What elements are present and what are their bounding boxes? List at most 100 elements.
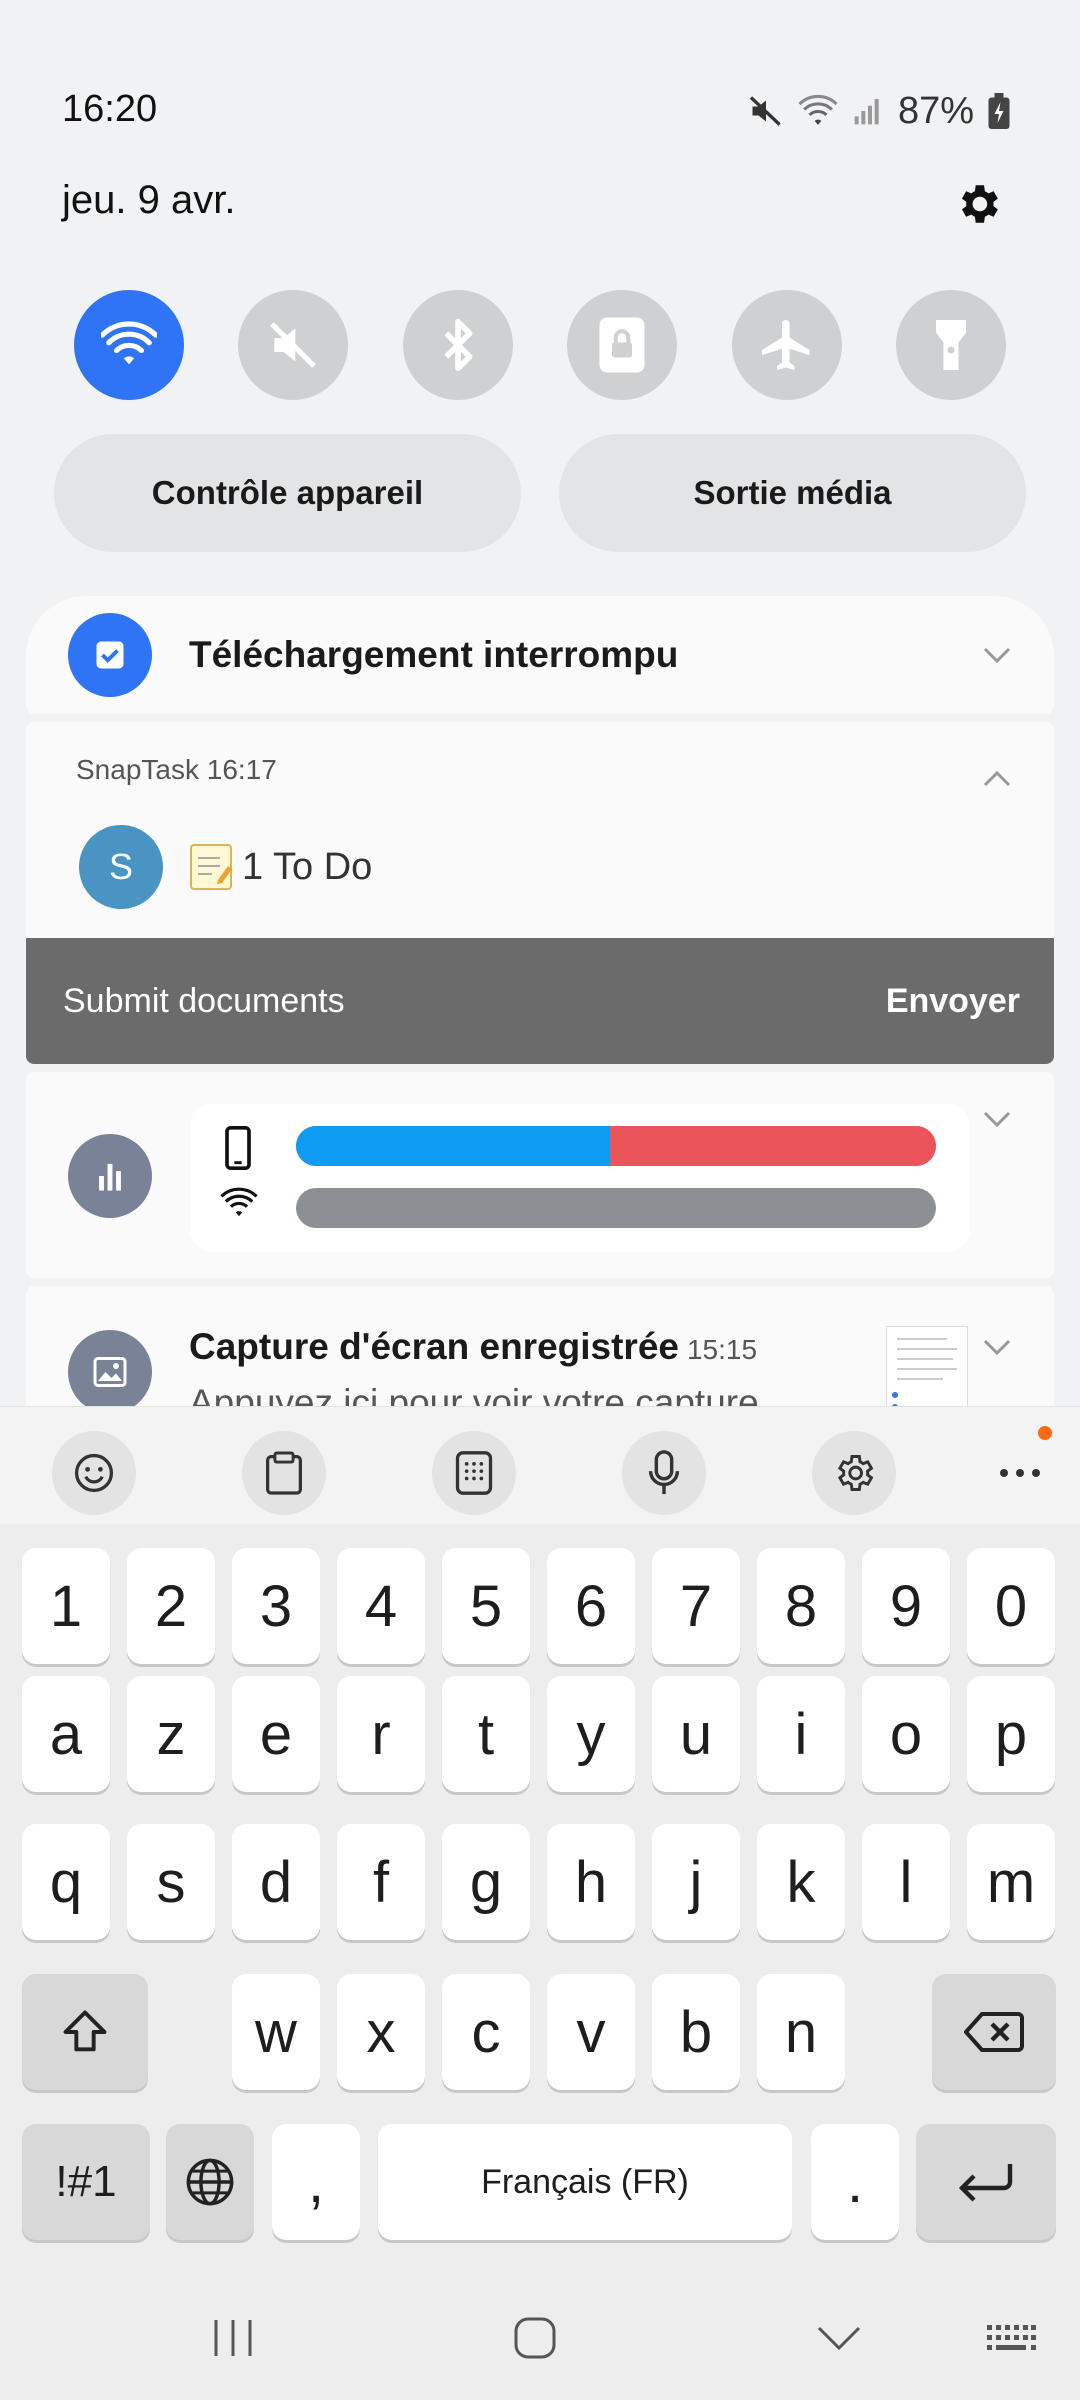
- wifi-icon: [220, 1187, 258, 1217]
- key-y[interactable]: y: [547, 1676, 635, 1792]
- bluetooth-toggle[interactable]: [402, 290, 513, 400]
- more-options-button[interactable]: [978, 1431, 1062, 1515]
- key-2[interactable]: 2: [127, 1548, 215, 1664]
- symbols-key[interactable]: !#1: [22, 2124, 150, 2240]
- keyboard-mode-button[interactable]: [432, 1431, 516, 1515]
- notification-download[interactable]: Téléchargement interrompu: [26, 596, 1054, 714]
- data-usage-panel: [190, 1104, 970, 1252]
- key-i[interactable]: i: [757, 1676, 845, 1792]
- language-key[interactable]: [166, 2124, 254, 2240]
- period-key[interactable]: .: [811, 2124, 899, 2240]
- key-0[interactable]: 0: [967, 1548, 1055, 1664]
- snaptask-header: SnapTask 16:17: [76, 754, 277, 786]
- key-9[interactable]: 9: [862, 1548, 950, 1664]
- shift-icon: [63, 2010, 107, 2052]
- screenshot-thumbnail[interactable]: [886, 1326, 968, 1416]
- expand-chevron-icon[interactable]: [980, 1330, 1014, 1364]
- key-q[interactable]: q: [22, 1824, 110, 1940]
- more-dot: [1016, 1469, 1024, 1477]
- globe-icon: [186, 2158, 234, 2206]
- keyboard-toolbar: [0, 1406, 1080, 1524]
- emoji-button[interactable]: [52, 1431, 136, 1515]
- device-control-button[interactable]: Contrôle appareil: [54, 434, 521, 552]
- keyboard-settings-button[interactable]: [812, 1431, 896, 1515]
- keyboard-icon: [987, 2325, 1036, 2350]
- collapse-chevron-icon[interactable]: [980, 762, 1014, 796]
- expand-chevron-icon[interactable]: [980, 1102, 1014, 1136]
- key-v[interactable]: v: [547, 1974, 635, 2090]
- key-m[interactable]: m: [967, 1824, 1055, 1940]
- backspace-icon: [964, 2012, 1024, 2052]
- airplane-toggle[interactable]: [731, 290, 842, 400]
- wifi-toggle[interactable]: [74, 290, 184, 400]
- notification-snaptask[interactable]: SnapTask 16:17 S 1 To Do: [26, 722, 1054, 938]
- key-w[interactable]: w: [232, 1974, 320, 2090]
- mobile-data-bar: [296, 1126, 936, 1166]
- key-z[interactable]: z: [127, 1676, 215, 1792]
- key-4[interactable]: 4: [337, 1548, 425, 1664]
- key-k[interactable]: k: [757, 1824, 845, 1940]
- space-key[interactable]: Français (FR): [378, 2124, 792, 2240]
- key-1[interactable]: 1: [22, 1548, 110, 1664]
- key-o[interactable]: o: [862, 1676, 950, 1792]
- backspace-key[interactable]: [932, 1974, 1056, 2090]
- back-button[interactable]: [794, 2298, 884, 2378]
- bluetooth-icon: [444, 318, 473, 372]
- key-p[interactable]: p: [967, 1676, 1055, 1792]
- key-b[interactable]: b: [652, 1974, 740, 2090]
- key-3[interactable]: 3: [232, 1548, 320, 1664]
- mute-icon: [270, 322, 317, 368]
- notification-screenshot[interactable]: Capture d'écran enregistrée 15:15 Appuyez…: [26, 1286, 1054, 1416]
- key-t[interactable]: t: [442, 1676, 530, 1792]
- airplane-icon: [761, 320, 810, 370]
- key-8[interactable]: 8: [757, 1548, 845, 1664]
- keyboard-switch-button[interactable]: [966, 2298, 1056, 2378]
- key-6[interactable]: 6: [547, 1548, 635, 1664]
- key-r[interactable]: r: [337, 1676, 425, 1792]
- sound-toggle[interactable]: [238, 290, 349, 400]
- key-7[interactable]: 7: [652, 1548, 740, 1664]
- expand-chevron-icon[interactable]: [980, 638, 1014, 672]
- send-button[interactable]: Envoyer: [886, 982, 1020, 1021]
- shift-key[interactable]: [22, 1974, 148, 2090]
- recents-button[interactable]: [188, 2298, 278, 2378]
- key-e[interactable]: e: [232, 1676, 320, 1792]
- lock-screen-rotation-icon: [599, 317, 645, 373]
- memo-icon: [190, 844, 232, 890]
- reply-text[interactable]: Submit documents: [63, 982, 345, 1021]
- enter-key[interactable]: [916, 2124, 1056, 2240]
- key-n[interactable]: n: [757, 1974, 845, 2090]
- rotation-lock-toggle[interactable]: [567, 290, 678, 400]
- voice-input-button[interactable]: [622, 1431, 706, 1515]
- status-icons: 87%: [748, 86, 1010, 136]
- key-5[interactable]: 5: [442, 1548, 530, 1664]
- status-bar: 16:20 87%: [0, 0, 1080, 160]
- key-g[interactable]: g: [442, 1824, 530, 1940]
- media-output-button[interactable]: Sortie média: [559, 434, 1026, 552]
- key-u[interactable]: u: [652, 1676, 740, 1792]
- quick-settings-row: [74, 290, 1006, 400]
- phone-icon: [225, 1126, 251, 1170]
- recents-icon: [214, 2320, 252, 2356]
- key-s[interactable]: s: [127, 1824, 215, 1940]
- clipboard-button[interactable]: [242, 1431, 326, 1515]
- snaptask-text: 1 To Do: [242, 845, 373, 888]
- notification-data-usage[interactable]: [26, 1072, 1054, 1278]
- wifi-icon: [101, 321, 157, 365]
- key-d[interactable]: d: [232, 1824, 320, 1940]
- key-j[interactable]: j: [652, 1824, 740, 1940]
- home-button[interactable]: [490, 2298, 580, 2378]
- mute-icon: [749, 96, 781, 126]
- more-dot: [1032, 1469, 1040, 1477]
- key-f[interactable]: f: [337, 1824, 425, 1940]
- key-x[interactable]: x: [337, 1974, 425, 2090]
- key-a[interactable]: a: [22, 1676, 110, 1792]
- flashlight-toggle[interactable]: [895, 290, 1006, 400]
- settings-button[interactable]: [950, 176, 1006, 232]
- comma-key[interactable]: ,: [272, 2124, 360, 2240]
- key-c[interactable]: c: [442, 1974, 530, 2090]
- wifi-icon: [798, 94, 838, 125]
- key-h[interactable]: h: [547, 1824, 635, 1940]
- signal-icon: [854, 99, 879, 125]
- key-l[interactable]: l: [862, 1824, 950, 1940]
